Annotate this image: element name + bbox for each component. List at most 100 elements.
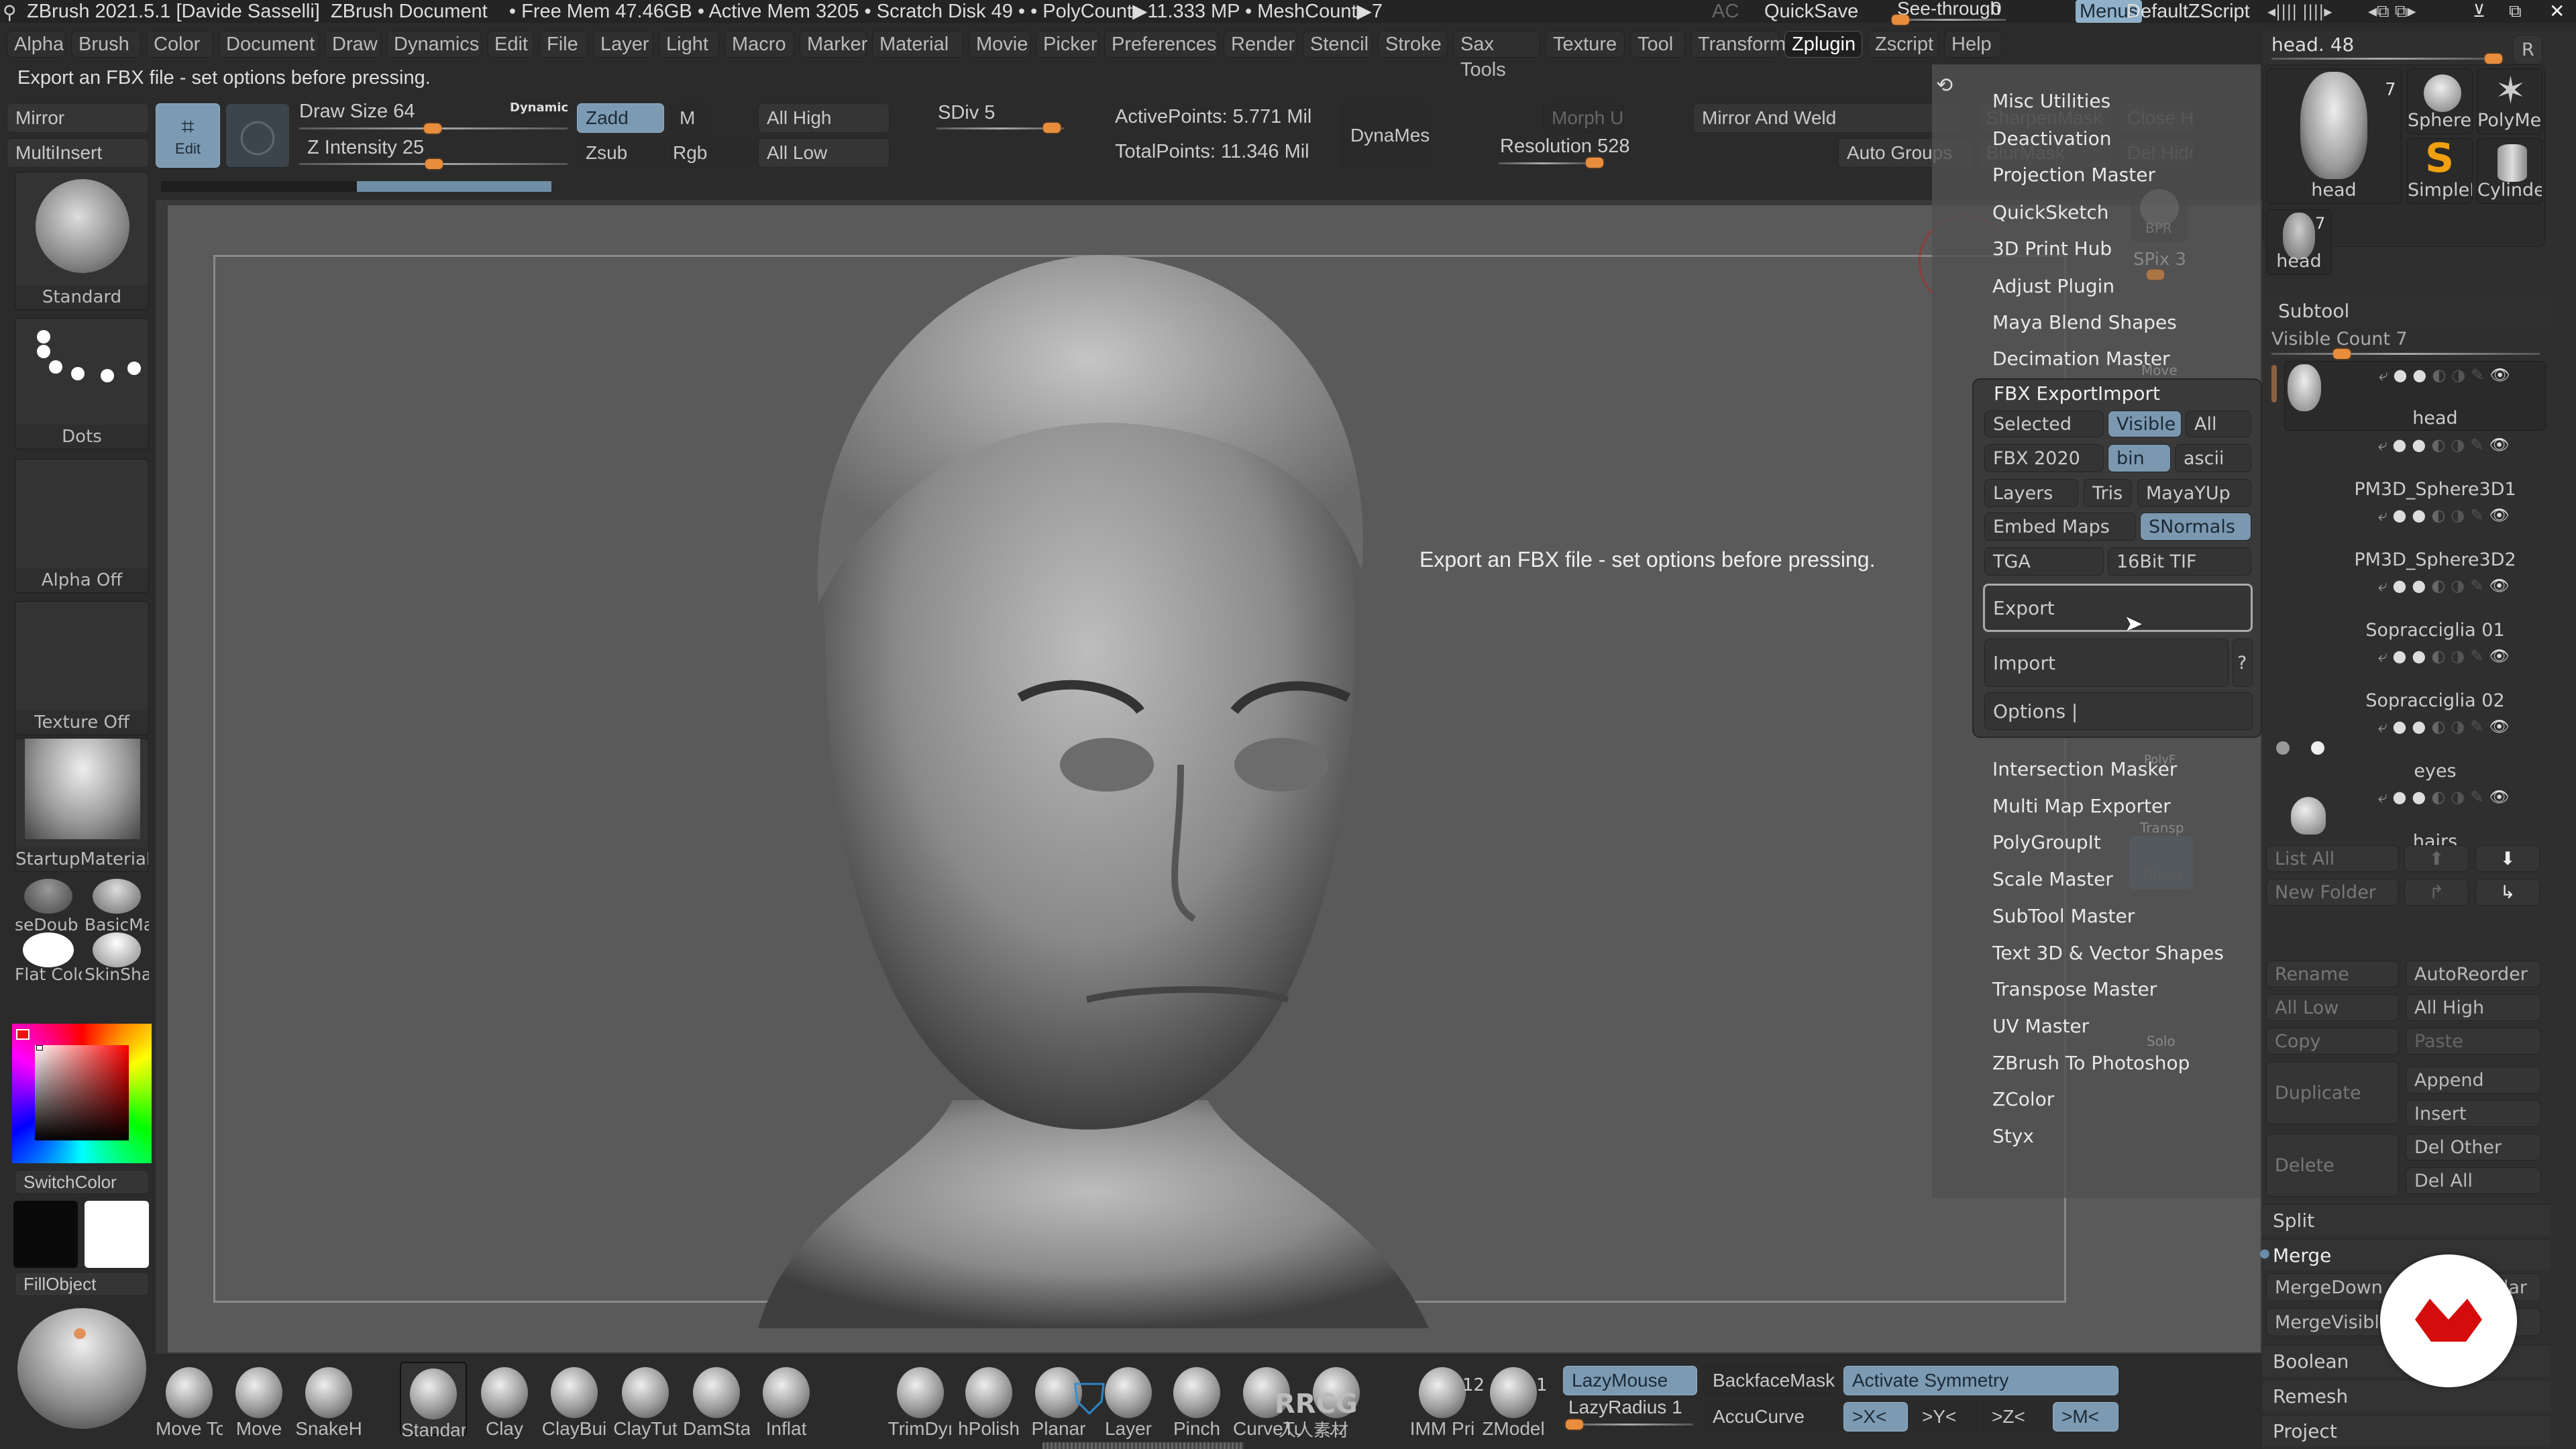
tool-slider-knob[interactable] (2485, 54, 2502, 64)
eye-icon[interactable]: 👁 (2489, 788, 2514, 806)
project-section[interactable]: Project (2262, 1414, 2551, 1446)
zplugin-item-decimation-master[interactable]: Decimation Master (1992, 347, 2170, 370)
new-folder-button[interactable]: New Folder (2266, 879, 2399, 906)
subtool-brush-icon[interactable]: ✎ (2470, 435, 2489, 454)
redirect-up-icon[interactable]: ↱ (2404, 879, 2469, 906)
menu-macro[interactable]: Macro (724, 31, 794, 58)
subtool-shade-icon[interactable]: ◐ (2431, 788, 2451, 806)
minimize-icon[interactable]: ⊻ (2473, 0, 2485, 23)
color-cursor[interactable] (36, 1045, 43, 1051)
menu-texture[interactable]: Texture (1546, 31, 1625, 58)
all-low-subtool-button[interactable]: All Low (2266, 994, 2399, 1021)
split-section[interactable]: Split (2262, 1203, 2551, 1236)
subtool-brush-icon[interactable]: ✎ (2470, 717, 2489, 736)
subtool-mask-icon[interactable]: ◑ (2451, 435, 2470, 454)
tool-slider-track[interactable] (2271, 58, 2493, 60)
brush-imm-pri[interactable]: IMM Pri (1409, 1362, 1476, 1439)
subtool-mask-icon[interactable]: ◑ (2451, 506, 2470, 525)
fbx-snormals-toggle[interactable]: SNormals (2140, 513, 2251, 541)
subtool-shade-icon[interactable]: ◐ (2432, 366, 2451, 384)
del-all-button[interactable]: Del All (2406, 1167, 2541, 1194)
fbx-layers-toggle[interactable]: Layers (1984, 479, 2078, 507)
backfacemask-button[interactable]: BackfaceMask (1704, 1366, 1838, 1395)
lazymouse-button[interactable]: LazyMouse (1563, 1366, 1697, 1395)
symmetry-m-toggle[interactable]: >M< (2053, 1402, 2118, 1432)
menu-tool[interactable]: Tool (1630, 31, 1685, 58)
eye-icon[interactable]: 👁 (2489, 506, 2514, 525)
menu-zplugin[interactable]: Zplugin (1784, 31, 1862, 58)
subtool-mask-icon[interactable]: ◑ (2451, 576, 2470, 595)
menu-document[interactable]: Document (219, 31, 319, 58)
zplugin-item-text-3d-vector-shapes[interactable]: Text 3D & Vector Shapes (1992, 942, 2224, 964)
fill-object-button[interactable]: FillObject (15, 1272, 149, 1296)
mergedown-button[interactable]: MergeDown (2266, 1273, 2399, 1301)
menu-stroke[interactable]: Stroke (1378, 31, 1448, 58)
subtool-row[interactable]: ⤶●●◐◑✎👁 head (2284, 361, 2546, 431)
subtool-mask-icon[interactable]: ◑ (2451, 788, 2470, 806)
fbx-selected-toggle[interactable]: Selected (1984, 411, 2104, 437)
stroke-selector[interactable]: Dots (15, 318, 149, 449)
resolution-knob[interactable] (1586, 158, 1603, 168)
brush-trimdy-[interactable]: TrimDyı (887, 1362, 954, 1439)
symmetry-y-toggle[interactable]: >Y< (1913, 1402, 1978, 1432)
menu-zscript[interactable]: Zscript (1868, 31, 1939, 58)
fbx-16bit-tif-toggle[interactable]: 16Bit TIF (2108, 547, 2251, 576)
subtool-shade-icon[interactable]: ◐ (2431, 506, 2451, 525)
brush-clay[interactable]: Clay (471, 1362, 538, 1439)
menu-dynamics[interactable]: Dynamics (386, 31, 482, 58)
fbx-help-button[interactable]: ? (2233, 639, 2253, 687)
duplicate-button[interactable]: Duplicate (2266, 1061, 2399, 1124)
menu-preferences[interactable]: Preferences (1104, 31, 1218, 58)
subtool-row[interactable]: ⤶●●◐◑✎👁 Sopracciglia 01 (2284, 572, 2546, 642)
zplugin-item-zcolor[interactable]: ZColor (1992, 1088, 2054, 1110)
tool-thumb-head[interactable]: 7 head (2266, 68, 2402, 204)
tool-thumb-polymesh[interactable]: ✶ PolyMes (2477, 68, 2542, 134)
subtool-row[interactable]: ⤶●●◐◑✎👁 eyes (2276, 713, 2546, 783)
brush-selector[interactable]: Standard (15, 172, 149, 310)
brush-standar[interactable]: Standar (400, 1362, 467, 1440)
rename-button[interactable]: Rename (2266, 961, 2399, 987)
fbx-tris-toggle[interactable]: Tris (2084, 479, 2132, 507)
rgb-button[interactable]: Rgb (664, 138, 751, 168)
mirror-and-weld-button[interactable]: Mirror And Weld (1693, 103, 1962, 133)
eye-icon[interactable]: 👁 (2489, 435, 2514, 454)
fbx-export-button[interactable]: Export (1983, 584, 2253, 632)
subtool-toggle-icon[interactable]: ●● (2393, 366, 2432, 384)
subtool-toggle-icon[interactable]: ●● (2392, 435, 2431, 454)
paste-button[interactable]: Paste (2406, 1028, 2541, 1055)
subtool-toggle-icon[interactable]: ●● (2392, 717, 2431, 736)
primary-color-swatch[interactable] (13, 1201, 78, 1268)
brush-shelf-scroll[interactable] (1042, 1442, 1244, 1449)
switch-color-button[interactable]: SwitchColor (15, 1170, 149, 1194)
mirror-button[interactable]: Mirror (7, 103, 149, 133)
zadd-button[interactable]: Zadd (577, 103, 664, 133)
tool-thumb-cylinder[interactable]: Cylinder (2477, 138, 2542, 204)
menu-movie[interactable]: Movie (969, 31, 1030, 58)
menu-transform[interactable]: Transform (1690, 31, 1786, 58)
subtool-brush-icon[interactable]: ✎ (2471, 366, 2489, 384)
menu-render[interactable]: Render (1224, 31, 1297, 58)
menu-marker[interactable]: Marker (800, 31, 867, 58)
alpha-selector[interactable]: Alpha Off (15, 459, 149, 593)
draw-mode-button[interactable]: ◯ (225, 103, 290, 168)
tool-thumb-simplebrush[interactable]: S SimpleB (2407, 135, 2473, 204)
subtool-row[interactable]: ⤶●●◐◑✎👁 hairs (2284, 784, 2546, 853)
light-sphere[interactable] (17, 1308, 146, 1429)
secondary-color-swatch[interactable] (85, 1201, 149, 1268)
dynamesh-button[interactable]: DynaMesh (1342, 103, 1430, 168)
restore-icon[interactable]: ⧉ (2509, 0, 2522, 23)
zplugin-item-deactivation[interactable]: Deactivation (1992, 127, 2111, 150)
zplugin-item-misc-utilities[interactable]: Misc Utilities (1992, 90, 2110, 112)
draw-size-knob[interactable] (424, 123, 441, 133)
subtool-shade-icon[interactable]: ◐ (2431, 647, 2451, 665)
all-high-subtool-button[interactable]: All High (2406, 994, 2541, 1021)
list-all-button[interactable]: List All (2266, 845, 2399, 872)
color-saturation-square[interactable] (35, 1045, 129, 1140)
delete-button[interactable]: Delete (2266, 1134, 2399, 1197)
all-high-button[interactable]: All High (758, 103, 890, 133)
symmetry-x-toggle[interactable]: >X< (1843, 1402, 1908, 1432)
all-low-button[interactable]: All Low (758, 138, 890, 168)
zplugin-item-multi-map-exporter[interactable]: Multi Map Exporter (1992, 795, 2171, 817)
undo-history-icon[interactable]: ⟲ (1936, 74, 1953, 97)
move-down-icon[interactable]: ⬇ (2475, 845, 2540, 872)
